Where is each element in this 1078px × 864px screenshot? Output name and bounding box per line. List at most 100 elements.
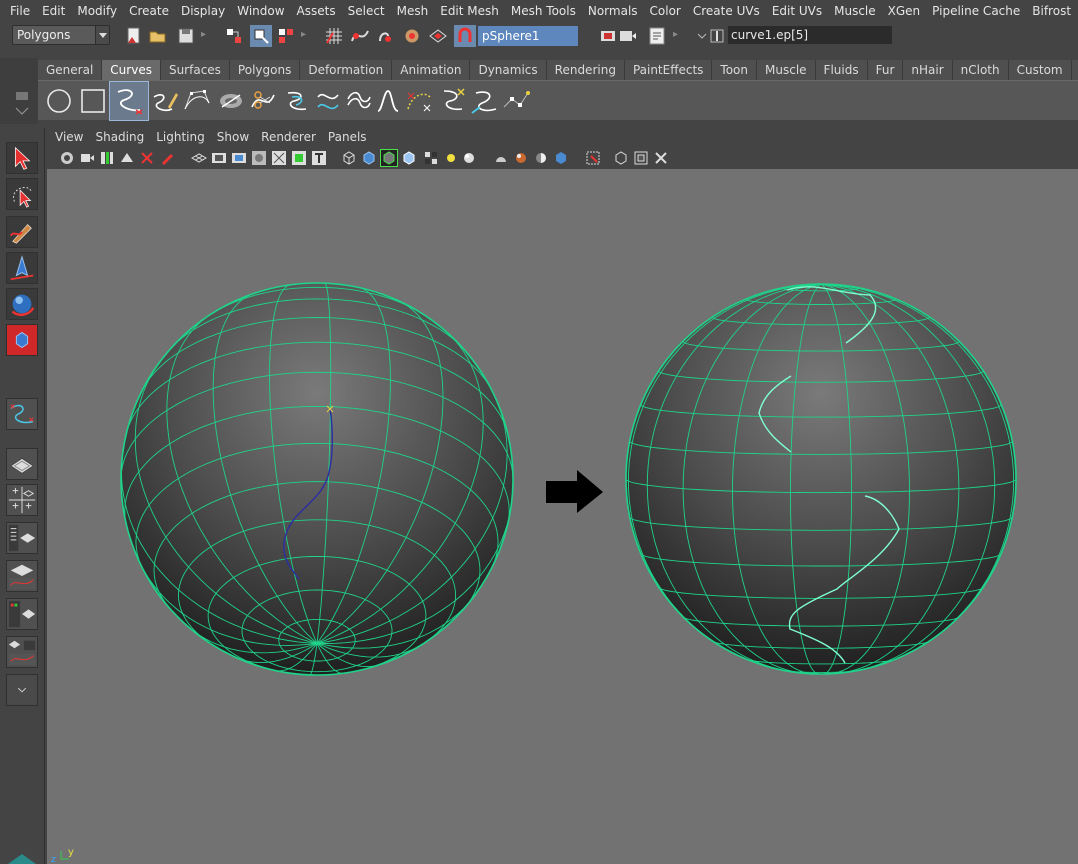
make-live-magnet-icon[interactable] xyxy=(454,25,476,47)
menu-edit-mesh[interactable]: Edit Mesh xyxy=(434,0,505,22)
rename-field-icon[interactable] xyxy=(708,26,728,46)
sphere-before[interactable] xyxy=(120,282,514,676)
select-by-component-icon[interactable] xyxy=(276,26,296,46)
field-chart-icon[interactable] xyxy=(271,150,287,166)
wireframe-shading-icon[interactable] xyxy=(341,150,357,166)
gate-mask-icon[interactable] xyxy=(251,150,267,166)
use-all-lights-icon[interactable] xyxy=(423,150,439,166)
rotate-tool-icon[interactable] xyxy=(6,288,38,320)
menu-create-uvs[interactable]: Create UVs xyxy=(687,0,766,22)
edit-curve-icon[interactable] xyxy=(500,85,530,117)
xray-icon[interactable] xyxy=(585,150,601,166)
sphere-after[interactable] xyxy=(625,283,1017,675)
resolution-gate-icon[interactable] xyxy=(231,150,247,166)
isolate-select-icon[interactable] xyxy=(553,150,569,166)
film-gate-icon[interactable] xyxy=(211,150,227,166)
menu-mesh-tools[interactable]: Mesh Tools xyxy=(505,0,582,22)
motion-blur-icon[interactable] xyxy=(493,150,509,166)
two-d-pan-zoom-icon[interactable] xyxy=(139,150,155,166)
menu-display[interactable]: Display xyxy=(175,0,231,22)
snap-to-curve-icon[interactable] xyxy=(350,26,370,46)
open-scene-icon[interactable] xyxy=(148,26,168,46)
panel-menu-panels[interactable]: Panels xyxy=(322,128,373,147)
menu-set-dropdown[interactable]: Polygons xyxy=(12,25,110,45)
shelf-tab-fur[interactable]: Fur xyxy=(867,60,904,80)
panel-menu-show[interactable]: Show xyxy=(211,128,255,147)
lasso-tool-icon[interactable] xyxy=(6,178,38,210)
snap-to-grid-icon[interactable] xyxy=(324,26,344,46)
single-perspective-layout-icon[interactable] xyxy=(6,448,38,480)
snap-to-point-icon[interactable] xyxy=(376,26,396,46)
four-view-layout-icon[interactable] xyxy=(6,484,38,516)
shelf-tab-custom[interactable]: Custom xyxy=(1008,60,1072,80)
menu-create[interactable]: Create xyxy=(123,0,175,22)
hypershade-persp-layout-icon[interactable] xyxy=(6,598,38,630)
smooth-shade-all-icon[interactable] xyxy=(361,150,377,166)
menu-bifrost[interactable]: Bifrost xyxy=(1026,0,1077,22)
shelf-tab-polygons[interactable]: Polygons xyxy=(229,60,301,80)
menu-edit[interactable]: Edit xyxy=(36,0,71,22)
shelf-tab-xgen[interactable]: XGen xyxy=(1071,60,1078,80)
bezier-curve-icon[interactable] xyxy=(470,85,500,117)
depth-of-field-icon[interactable] xyxy=(533,150,549,166)
select-tool-icon[interactable] xyxy=(6,142,38,174)
rebuild-curve-icon[interactable] xyxy=(314,85,344,117)
panel-menu-view[interactable]: View xyxy=(49,128,89,147)
xray-active-icon[interactable] xyxy=(633,150,649,166)
selection-name-field[interactable]: curve1.ep[5] xyxy=(728,26,892,44)
shelf-tab-painteffects[interactable]: PaintEffects xyxy=(624,60,713,80)
select-by-object-type-icon[interactable] xyxy=(250,25,272,47)
bookmarks-icon[interactable] xyxy=(99,150,115,166)
insert-knot-icon[interactable] xyxy=(438,85,468,117)
attach-curves-icon[interactable] xyxy=(216,85,246,117)
screen-space-ao-icon[interactable] xyxy=(461,150,477,166)
shelf-tab-ncloth[interactable]: nCloth xyxy=(952,60,1009,80)
shelf-tab-muscle[interactable]: Muscle xyxy=(757,60,816,80)
chevron-down-icon[interactable] xyxy=(95,26,109,44)
menu-color[interactable]: Color xyxy=(644,0,687,22)
safe-title-icon[interactable] xyxy=(311,150,327,166)
make-live-icon[interactable] xyxy=(428,26,448,46)
layout-expand-icon[interactable] xyxy=(6,674,38,706)
shelf-tab-curves[interactable]: Curves xyxy=(102,60,161,80)
camera-attributes-icon[interactable] xyxy=(79,150,95,166)
ep-curve-tool-icon[interactable] xyxy=(109,81,149,121)
shelf-tab-nhair[interactable]: nHair xyxy=(903,60,953,80)
shelf-tab-animation[interactable]: Animation xyxy=(392,60,471,80)
render-settings-icon[interactable] xyxy=(646,25,668,47)
menu-mesh[interactable]: Mesh xyxy=(391,0,435,22)
live-object-field[interactable]: pSphere1 xyxy=(478,26,578,46)
loft-icon[interactable] xyxy=(344,85,374,117)
move-tool-icon[interactable] xyxy=(6,252,38,284)
shelf-tab-dynamics[interactable]: Dynamics xyxy=(470,60,547,80)
select-camera-icon[interactable] xyxy=(59,150,75,166)
shelf-tab-rendering[interactable]: Rendering xyxy=(546,60,625,80)
menu-select[interactable]: Select xyxy=(342,0,391,22)
shelf-menu-icon[interactable] xyxy=(14,88,30,118)
persp-graph-hypershade-layout-icon[interactable] xyxy=(6,636,38,668)
wave-curve-icon[interactable] xyxy=(374,85,404,117)
paint-select-tool-icon[interactable] xyxy=(6,216,38,248)
shelf-tab-fluids[interactable]: Fluids xyxy=(815,60,868,80)
persp-outliner-layout-icon[interactable] xyxy=(6,522,38,554)
pencil-curve-icon[interactable] xyxy=(150,85,180,117)
menu-xgen[interactable]: XGen xyxy=(882,0,927,22)
menu-edit-uvs[interactable]: Edit UVs xyxy=(766,0,828,22)
offset-curve-icon[interactable] xyxy=(282,85,312,117)
persp-graph-layout-icon[interactable] xyxy=(6,560,38,592)
panel-menu-renderer[interactable]: Renderer xyxy=(255,128,322,147)
grid-toggle-icon[interactable] xyxy=(191,150,207,166)
menu-assets[interactable]: Assets xyxy=(291,0,342,22)
wireframe-on-shaded-icon[interactable] xyxy=(380,149,398,167)
new-scene-icon[interactable] xyxy=(124,26,144,46)
panel-menu-shading[interactable]: Shading xyxy=(89,128,150,147)
grease-pencil-icon[interactable] xyxy=(159,150,175,166)
shelf-tab-surfaces[interactable]: Surfaces xyxy=(160,60,230,80)
image-plane-icon[interactable] xyxy=(119,150,135,166)
panel-menu-lighting[interactable]: Lighting xyxy=(150,128,211,147)
curve-on-surface-icon[interactable] xyxy=(404,85,434,117)
shelf-tab-general[interactable]: General xyxy=(38,60,103,80)
render-current-frame-icon[interactable] xyxy=(598,26,618,46)
menu-modify[interactable]: Modify xyxy=(71,0,123,22)
ep-curve-tool-recent-icon[interactable] xyxy=(6,398,38,430)
